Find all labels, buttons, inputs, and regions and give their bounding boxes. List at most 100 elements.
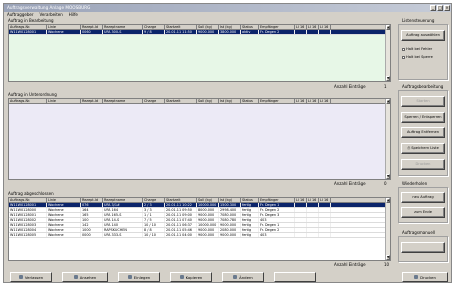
column-header[interactable]: Status	[241, 198, 259, 202]
scrollbar[interactable]: ▲ ▼	[385, 99, 390, 179]
column-header[interactable]: Rezeptname	[103, 25, 143, 29]
verlassen-button[interactable]: Verlassen	[10, 272, 52, 282]
column-header[interactable]: Auftrags-Nr.	[9, 25, 47, 29]
column-header[interactable]: Startzeit	[165, 25, 197, 29]
table-cell: W11W0128004	[9, 228, 47, 232]
table-cell	[319, 218, 331, 222]
column-header[interactable]: LI 16	[307, 198, 319, 202]
blank-button[interactable]	[274, 272, 316, 282]
speichern-liste-button[interactable]: ⎙ Speichern Liste	[401, 143, 445, 154]
table-cell	[307, 213, 319, 217]
scroll-down-icon[interactable]: ▼	[386, 174, 390, 179]
column-header[interactable]: Startzeit	[165, 198, 197, 202]
column-header[interactable]: Empfänger	[259, 198, 295, 202]
view-icon	[73, 275, 78, 279]
column-header[interactable]: Soll (kg)	[197, 25, 219, 29]
drucken-liste-button[interactable]: Drucken	[401, 159, 445, 170]
column-header[interactable]: Status	[241, 99, 259, 103]
close-icon[interactable]: ×	[444, 5, 450, 11]
drucken-button[interactable]: Drucken	[402, 272, 448, 282]
auftrag-auswaehlen-button[interactable]: Auftrag auswählen	[401, 30, 445, 41]
halt-fehler-checkbox[interactable]: Halt bei Fehler	[402, 47, 432, 51]
table-cell: fertig	[241, 203, 259, 207]
scroll-up-icon[interactable]: ▲	[386, 198, 390, 203]
column-header[interactable]: Charge	[143, 198, 165, 202]
column-header[interactable]: LI 16	[319, 99, 331, 103]
einlegen-button[interactable]: Einlegen	[118, 272, 160, 282]
table-cell	[307, 208, 319, 212]
column-header[interactable]: Empfänger	[259, 99, 295, 103]
column-header[interactable]: LI 16	[307, 25, 319, 29]
column-header[interactable]: Linie	[47, 198, 81, 202]
kopieren-button[interactable]: Kopieren	[170, 272, 212, 282]
table-cell: UFA 300-S	[103, 30, 143, 34]
column-header[interactable]: LI 16	[319, 25, 331, 29]
scroll-up-icon[interactable]: ▲	[386, 99, 390, 104]
column-header[interactable]: Rezeptname	[103, 198, 143, 202]
column-header[interactable]: Rezept-Id	[81, 25, 103, 29]
column-header[interactable]: LI 16	[295, 198, 307, 202]
table-cell: 9000.000	[197, 213, 219, 217]
halt-sperre-checkbox[interactable]: Halt bei Sperre	[402, 55, 433, 59]
column-header[interactable]: Empfänger	[259, 25, 295, 29]
column-header[interactable]: LI 16	[295, 99, 307, 103]
auftrag-entfernen-button[interactable]: Auftrag Entfernen	[401, 127, 445, 138]
table-abgeschlossen[interactable]: Auftrags-Nr. Linie Rezept-Id Rezeptname Char…	[8, 197, 391, 261]
table-bearbeitung[interactable]: Auftrags-Nr. Linie Rezept-Id Rezeptname Char…	[8, 24, 391, 82]
sperren-button[interactable]: Sperren / Entsperren	[401, 112, 445, 123]
table-header: Auftrags-Nr. Linie Rezept-Id Rezeptname Char…	[9, 99, 390, 104]
starten-button[interactable]: Starten	[401, 96, 445, 107]
table-row[interactable]: W11W0128001 Wochene 0060 UFA 300-S 9 / 8 20.0…	[9, 30, 390, 35]
table-unterordnung[interactable]: Auftrags-Nr. Linie Rezept-Id Rezeptname Char…	[8, 98, 391, 180]
column-header[interactable]: Auftrags-Nr.	[9, 99, 47, 103]
menu-hilfe[interactable]: Hilfe	[69, 12, 78, 18]
column-header[interactable]: Linie	[47, 99, 81, 103]
table-cell: 164	[81, 208, 103, 212]
column-header[interactable]: LI 16	[319, 198, 331, 202]
column-header[interactable]: Linie	[47, 25, 81, 29]
table-cell	[295, 228, 307, 232]
table-cell: 100	[81, 218, 103, 222]
column-header[interactable]: Ist (kg)	[219, 25, 241, 29]
scrollbar[interactable]: ▲ ▼	[385, 198, 390, 260]
table-cell: 8000.000	[197, 208, 219, 212]
neu-auftrag-button[interactable]: neu Auftrag	[401, 192, 445, 203]
column-header[interactable]: Soll (kg)	[197, 99, 219, 103]
scroll-down-icon[interactable]: ▼	[386, 255, 390, 260]
column-header[interactable]: Soll (kg)	[197, 198, 219, 202]
table-cell: 2 / 3	[143, 203, 165, 207]
table-cell	[319, 223, 331, 227]
edit-icon	[233, 275, 238, 279]
column-header[interactable]: LI 16	[307, 99, 319, 103]
column-header[interactable]: Rezept-Id	[81, 99, 103, 103]
aendern-button[interactable]: Ändern	[222, 272, 264, 282]
column-header[interactable]: LI 16	[295, 25, 307, 29]
table-cell	[319, 228, 331, 232]
table-cell	[307, 228, 319, 232]
column-header[interactable]: Charge	[143, 25, 165, 29]
table-cell: fertig	[241, 208, 259, 212]
zum-ende-button[interactable]: zum Ende	[401, 207, 445, 218]
column-header[interactable]: Status	[241, 25, 259, 29]
column-header[interactable]: Charge	[143, 99, 165, 103]
auftragsmanuell-button[interactable]	[401, 242, 445, 253]
checkbox-icon[interactable]	[402, 55, 405, 59]
table-cell: 3800.000	[219, 30, 241, 34]
column-header[interactable]: Rezeptname	[103, 99, 143, 103]
scroll-down-icon[interactable]: ▼	[386, 76, 390, 81]
table-cell: 10000.000	[197, 223, 219, 227]
column-header[interactable]: Startzeit	[165, 99, 197, 103]
maximize-icon[interactable]: □	[437, 5, 443, 11]
scrollbar[interactable]: ▲ ▼	[385, 25, 390, 81]
auftragsbearbeitung-title: Auftragsbearbeitung	[402, 84, 444, 89]
window-title: Auftragsverwaltung Anlage MOOSBURG	[7, 5, 91, 10]
scroll-up-icon[interactable]: ▲	[386, 25, 390, 30]
checkbox-icon[interactable]	[402, 47, 405, 51]
table-row[interactable]: W11W0128005 Wochene 0000 UFA 333-S 10 / 10 20…	[9, 233, 390, 238]
column-header[interactable]: Ist (kg)	[219, 99, 241, 103]
minimize-icon[interactable]: _	[430, 5, 436, 11]
ansehen-button[interactable]: Ansehen	[62, 272, 108, 282]
column-header[interactable]: Rezept-Id	[81, 198, 103, 202]
column-header[interactable]: Ist (kg)	[219, 198, 241, 202]
column-header[interactable]: Auftrags-Nr.	[9, 198, 47, 202]
